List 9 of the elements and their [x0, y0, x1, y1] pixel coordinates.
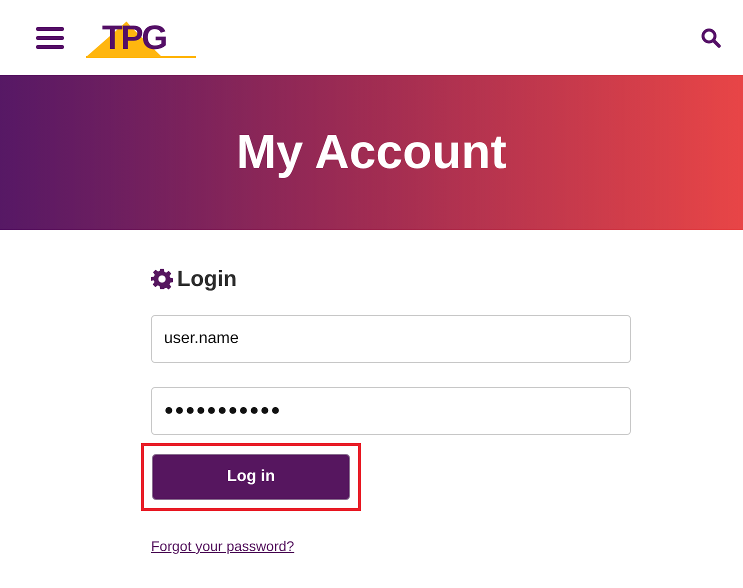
menu-icon[interactable] [36, 26, 64, 50]
forgot-password-link[interactable]: Forgot your password? [151, 538, 294, 554]
gear-icon [151, 268, 173, 290]
password-field[interactable]: ●●●●●●●●●●● [151, 387, 631, 435]
page-title: My Account [236, 124, 507, 181]
search-icon[interactable] [701, 28, 721, 48]
login-heading: Login [177, 265, 237, 293]
username-field[interactable]: user.name [151, 315, 631, 363]
login-button[interactable]: Log in [152, 454, 350, 500]
